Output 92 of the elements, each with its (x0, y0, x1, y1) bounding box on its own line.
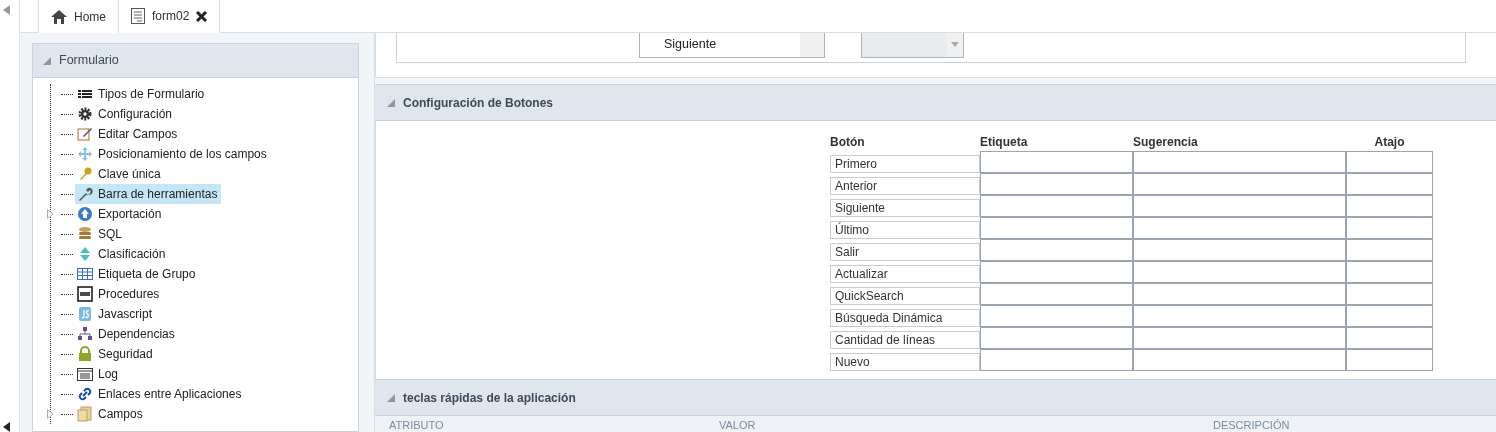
hierarchy-icon (77, 326, 93, 342)
tree-item[interactable]: Procedures (75, 284, 164, 304)
column-header: Etiqueta (980, 135, 1028, 150)
column-header: Sugerencia (1133, 135, 1198, 150)
tree-item[interactable]: Clasificación (75, 244, 170, 264)
input-field[interactable] (1133, 283, 1346, 305)
input-field[interactable] (980, 283, 1133, 305)
edit-icon (77, 126, 93, 142)
folder-icon (77, 406, 93, 422)
input-field[interactable] (1346, 349, 1433, 371)
upload-icon (77, 206, 93, 222)
gear-icon (77, 106, 93, 122)
tree-item[interactable]: Dependencias (75, 324, 179, 344)
input-field[interactable] (980, 305, 1133, 327)
button-name-field: Último (830, 221, 980, 239)
input-field[interactable] (1346, 217, 1433, 239)
section-title: Configuración de Botones (403, 94, 553, 112)
input-field[interactable] (1133, 173, 1346, 195)
input-field[interactable] (1133, 261, 1346, 283)
column-header: Botón (830, 135, 865, 150)
tree-item[interactable]: Enlaces entre Aplicaciones (75, 384, 246, 404)
input-field[interactable] (1346, 173, 1433, 195)
input-field[interactable] (980, 239, 1133, 261)
input-field[interactable] (1346, 239, 1433, 261)
lock-icon (77, 346, 93, 362)
column-header: DESCRIPCIÓN (1213, 419, 1290, 431)
document-icon (77, 286, 93, 302)
input-field[interactable] (1346, 151, 1433, 173)
input-field[interactable] (980, 217, 1133, 239)
wrench-icon (77, 186, 93, 202)
caret-icon (951, 42, 959, 47)
button-name-field: Anterior (830, 177, 980, 195)
script-icon (77, 306, 93, 322)
section-title: teclas rápidas de la aplicación (403, 389, 576, 407)
input-field[interactable] (1133, 327, 1346, 349)
input-field[interactable] (1133, 305, 1346, 327)
input-field[interactable] (980, 195, 1133, 217)
button-name-field: Salir (830, 243, 980, 261)
input-field[interactable] (980, 261, 1133, 283)
tree-item[interactable]: Clave única (75, 164, 165, 184)
tree-item[interactable]: Log (75, 364, 123, 384)
tree-item[interactable]: Barra de herramientas (75, 184, 222, 204)
tab[interactable]: Home (38, 0, 119, 33)
button-name-field: Siguiente (830, 199, 980, 217)
input-field[interactable] (1133, 217, 1346, 239)
input-field[interactable] (1346, 195, 1433, 217)
expand-icon[interactable] (47, 209, 54, 219)
tree-item[interactable]: Tipos de Formulario (75, 84, 209, 104)
tree-item[interactable]: Exportación (75, 204, 166, 224)
input-field[interactable] (980, 173, 1133, 195)
input-field[interactable] (980, 327, 1133, 349)
column-header: VALOR (719, 419, 756, 431)
tree-item[interactable]: Posicionamiento de los campos (75, 144, 271, 164)
column-header: ATRIBUTO (389, 419, 444, 431)
expand-icon[interactable] (47, 409, 54, 419)
button-name-field: QuickSearch (830, 287, 980, 305)
move-icon (77, 146, 93, 162)
tree-item[interactable]: Javascript (75, 304, 157, 324)
column-header: Atajo (1374, 135, 1405, 150)
button-name-field: Nuevo (830, 353, 980, 371)
sort-icon (77, 246, 93, 262)
tree-item[interactable]: Campos (75, 404, 147, 424)
dropdown-field[interactable]: Siguiente (639, 33, 825, 58)
button-name-field: Cantidad de líneas (830, 331, 980, 349)
input-field[interactable] (1346, 283, 1433, 305)
button-name-field: Actualizar (830, 265, 980, 283)
button-name-field: Búsqueda Dinámica (830, 309, 980, 327)
input-field[interactable] (1346, 305, 1433, 327)
document-icon (131, 8, 145, 24)
input-field[interactable] (980, 151, 1133, 173)
tree-item[interactable]: Configuración (75, 104, 177, 124)
tab[interactable]: form02 (119, 0, 221, 33)
input-field[interactable] (980, 349, 1133, 371)
input-field[interactable] (1133, 195, 1346, 217)
input-field[interactable] (1133, 239, 1346, 261)
close-icon[interactable] (196, 10, 208, 22)
input-field[interactable] (1133, 151, 1346, 173)
home-icon (51, 9, 67, 24)
tree-item[interactable]: Etiqueta de Grupo (75, 264, 200, 284)
input-field[interactable] (1346, 261, 1433, 283)
link-icon (77, 386, 93, 402)
database-icon (77, 226, 93, 242)
table-icon (77, 266, 93, 282)
log-icon (77, 366, 93, 382)
input-field[interactable] (1133, 349, 1346, 371)
collapse-icon[interactable] (3, 422, 10, 432)
tree-item[interactable]: SQL (75, 224, 126, 244)
button-name-field: Primero (830, 155, 980, 173)
tree-item[interactable]: Seguridad (75, 344, 157, 364)
panel-title: Formulario (59, 52, 119, 70)
tree-item[interactable]: Editar Campos (75, 124, 182, 144)
input-field[interactable] (1346, 327, 1433, 349)
